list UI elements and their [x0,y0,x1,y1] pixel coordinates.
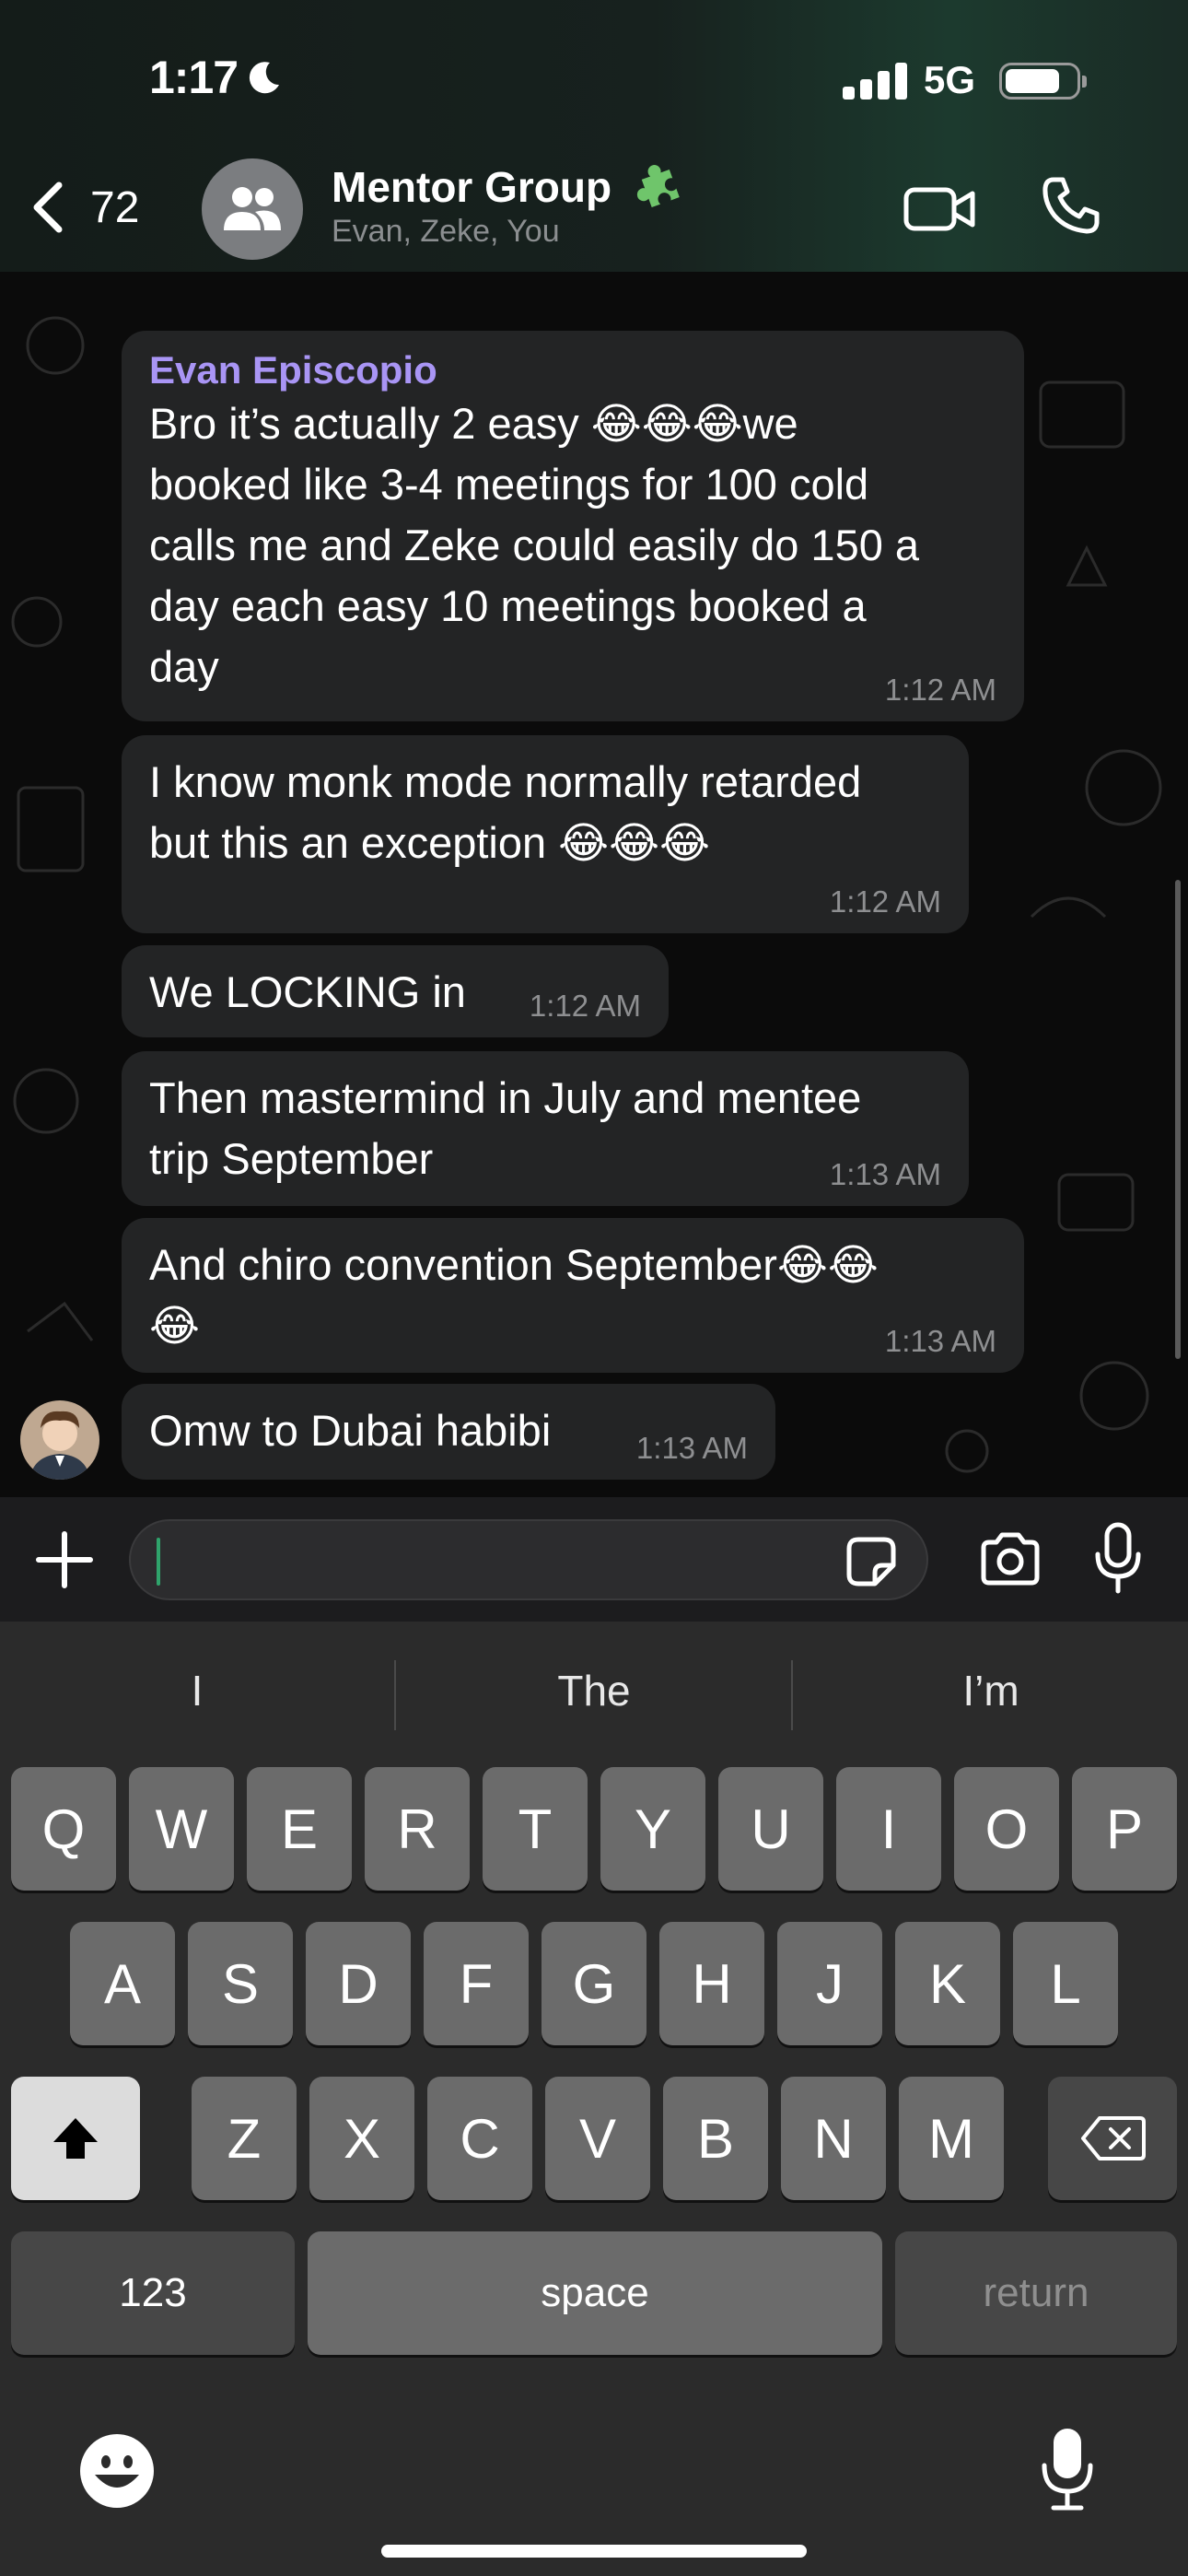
space-key[interactable]: space [308,2231,882,2355]
key-c[interactable]: C [427,2077,532,2200]
avatar-photo [20,1400,99,1480]
moon-icon [249,62,279,94]
message-composer [0,1497,1188,1622]
key-b[interactable]: B [663,2077,768,2200]
key-f[interactable]: F [424,1922,529,2045]
video-call-icon[interactable] [903,181,976,236]
chevron-left-icon [33,181,63,233]
unread-count: 72 [90,182,140,232]
message-time: 1:13 AM [635,1431,748,1465]
return-key[interactable]: return [895,2231,1177,2355]
network-label: 5G [924,58,976,101]
message-bubble[interactable]: And chiro convention September😂😂 😂 1:13 … [122,1218,1024,1373]
suggestion-divider [394,1660,396,1730]
dictation-microphone-icon[interactable] [1039,2425,1096,2513]
camera-icon[interactable] [978,1529,1042,1588]
key-i[interactable]: I [836,1767,941,1891]
message-time: 1:12 AM [529,989,641,1023]
sticker-icon[interactable] [844,1534,899,1589]
emoji-icon[interactable] [78,2432,156,2510]
sender-name[interactable]: Evan Episcopio [149,347,996,393]
key-j[interactable]: J [777,1922,882,2045]
key-p[interactable]: P [1072,1767,1177,1891]
key-t[interactable]: T [483,1767,588,1891]
numbers-key[interactable]: 123 [11,2231,295,2355]
suggestion-bar: I The I’m [0,1622,1188,1760]
phone-icon[interactable] [1041,175,1101,236]
home-indicator[interactable] [381,2545,807,2558]
message-bubble[interactable]: Then mastermind in July and mentee trip … [122,1051,969,1206]
message-input[interactable] [129,1519,928,1600]
key-n[interactable]: N [781,2077,886,2200]
delete-key[interactable] [1048,2077,1177,2200]
group-icon [224,187,281,230]
key-u[interactable]: U [718,1767,823,1891]
suggestion-2[interactable]: The [397,1649,791,1732]
key-m[interactable]: M [899,2077,1004,2200]
back-button[interactable]: 72 [28,175,139,240]
message-text: Then mastermind in July and mentee trip … [149,1073,862,1183]
key-w[interactable]: W [129,1767,234,1891]
group-name[interactable]: Mentor Group [332,162,611,212]
keyboard: I The I’m Q W E R T Y U I O P A S D F G … [0,1622,1188,2576]
key-k[interactable]: K [895,1922,1000,2045]
key-q[interactable]: Q [11,1767,116,1891]
avatar[interactable] [20,1400,99,1480]
key-r[interactable]: R [365,1767,470,1891]
suggestion-3[interactable]: I’m [794,1649,1188,1732]
suggestion-divider [791,1660,793,1730]
key-d[interactable]: D [306,1922,411,2045]
scrollbar[interactable] [1175,880,1181,1359]
message-time: 1:13 AM [829,1157,941,1191]
message-text: Bro it’s actually 2 easy 😂😂😂we booked li… [149,399,920,691]
message-bubble[interactable]: Evan Episcopio Bro it’s actually 2 easy … [122,331,1024,721]
puzzle-icon [636,165,680,207]
key-e[interactable]: E [247,1767,352,1891]
key-v[interactable]: V [545,2077,650,2200]
battery-icon [999,63,1087,100]
message-time: 1:12 AM [829,884,941,919]
key-g[interactable]: G [542,1922,646,2045]
text-caret [157,1538,160,1586]
key-x[interactable]: X [309,2077,414,2200]
plus-icon[interactable] [35,1530,94,1589]
group-avatar[interactable] [202,158,303,260]
message-bubble[interactable]: I know monk mode normally retarded but t… [122,735,969,933]
key-a[interactable]: A [70,1922,175,2045]
status-bar: 1:17 5G [0,0,1188,161]
signal-icon [843,63,907,100]
delete-icon [1081,2116,1146,2160]
key-s[interactable]: S [188,1922,293,2045]
key-h[interactable]: H [659,1922,764,2045]
message-text: And chiro convention September😂😂 😂 [149,1240,879,1350]
message-bubble[interactable]: Omw to Dubai habibi 1:13 AM [122,1384,775,1480]
key-o[interactable]: O [954,1767,1059,1891]
shift-key[interactable] [11,2077,140,2200]
message-time: 1:13 AM [884,1324,996,1358]
message-bubble[interactable]: We LOCKING in 1:12 AM [122,945,669,1037]
chat-area[interactable]: Evan Episcopio Bro it’s actually 2 easy … [0,272,1188,1497]
key-l[interactable]: L [1013,1922,1118,2045]
microphone-icon[interactable] [1092,1521,1144,1597]
group-members: Evan, Zeke, You [332,214,560,249]
status-time: 1:17 [149,52,239,103]
key-y[interactable]: Y [600,1767,705,1891]
message-text: I know monk mode normally retarded but t… [149,757,862,867]
shift-icon [53,2118,98,2159]
suggestion-1[interactable]: I [0,1649,394,1732]
chat-header: 72 Mentor Group Evan, Zeke, You [0,147,1188,273]
key-z[interactable]: Z [192,2077,297,2200]
message-time: 1:12 AM [884,673,996,707]
